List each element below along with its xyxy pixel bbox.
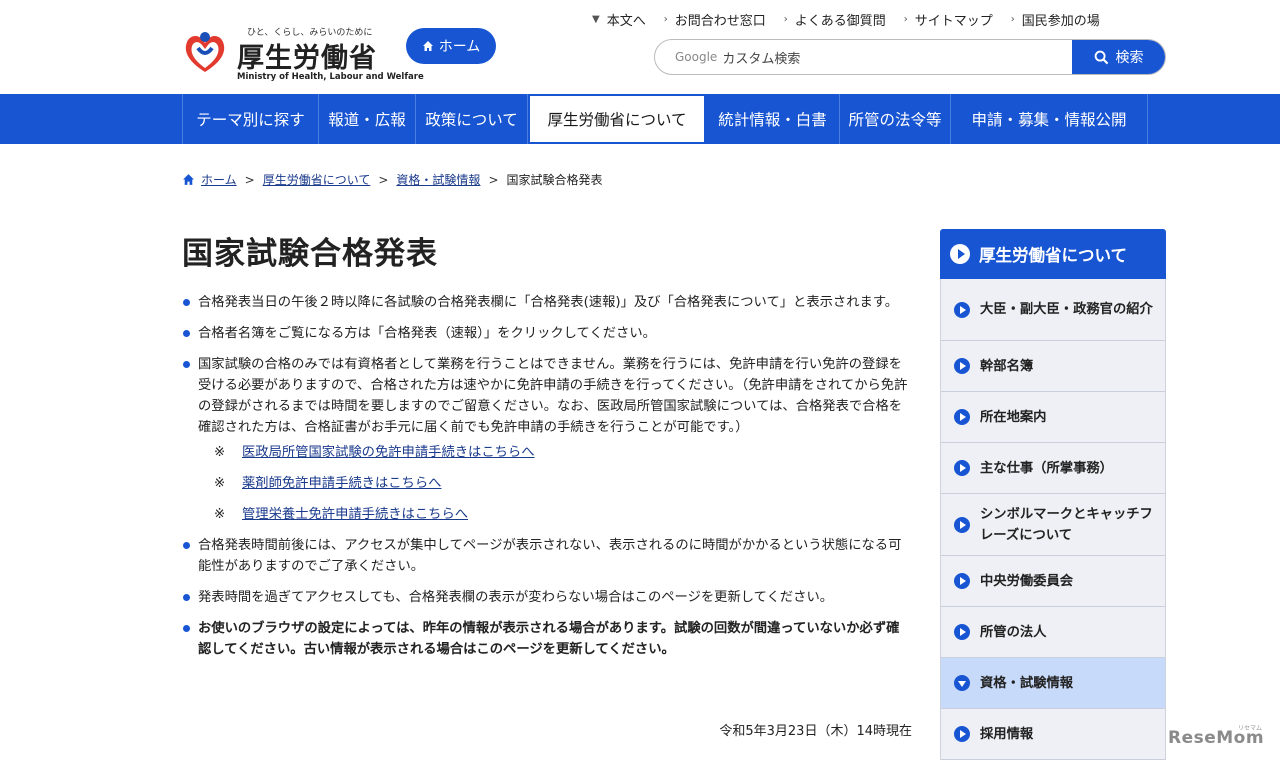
home-icon bbox=[422, 41, 433, 51]
main-content: 合格発表当日の午後２時以降に各試験の合格発表欄に「合格発表(速報)」及び「合格発… bbox=[182, 292, 912, 670]
side-item-duties[interactable]: 主な仕事（所掌事務） bbox=[941, 443, 1165, 494]
arrow-circle-icon bbox=[954, 573, 970, 589]
gnav-item-laws[interactable]: 所管の法令等 bbox=[840, 94, 951, 144]
util-link-sitemap[interactable]: › サイトマップ bbox=[903, 10, 993, 29]
gnav-item-about[interactable]: 厚生労働省について bbox=[528, 94, 706, 144]
list-item: お使いのブラウザの設定によっては、昨年の情報が表示される場合があります。試験の回… bbox=[182, 618, 912, 660]
page-title: 国家試験合格発表 bbox=[182, 236, 438, 272]
side-item-recruitment[interactable]: 採用情報 bbox=[941, 709, 1165, 760]
gnav-item-application[interactable]: 申請・募集・情報公開 bbox=[951, 94, 1148, 144]
gnav-item-policy[interactable]: 政策について bbox=[416, 94, 528, 144]
arrow-circle-icon bbox=[954, 301, 970, 318]
arrow-circle-icon bbox=[954, 726, 970, 742]
side-nav: 厚生労働省について 大臣・副大臣・政務官の紹介 幹部名簿 所在地案内 主な仕事（… bbox=[940, 229, 1166, 760]
breadcrumb-current: 国家試験合格発表 bbox=[506, 173, 603, 187]
side-item-location[interactable]: 所在地案内 bbox=[941, 392, 1165, 443]
logo-name: 厚生労働省 bbox=[237, 43, 377, 74]
search-box: Google カスタム検索 検索 bbox=[654, 39, 1166, 75]
home-button[interactable]: ホーム bbox=[406, 28, 496, 64]
arrow-circle-icon bbox=[954, 460, 970, 476]
gnav-item-statistics[interactable]: 統計情報・白書 bbox=[706, 94, 840, 144]
chevron-right-icon: › bbox=[783, 13, 788, 25]
side-item-corporations[interactable]: 所管の法人 bbox=[941, 607, 1165, 658]
gnav-item-press[interactable]: 報道・広報 bbox=[319, 94, 416, 144]
home-icon bbox=[183, 174, 194, 185]
search-icon bbox=[1094, 50, 1108, 64]
utility-nav: ▼ 本文へ › お問合わせ窓口 › よくある御質問 › サイトマップ › 国民参加の場 bbox=[592, 10, 1100, 29]
chevron-right-icon: › bbox=[903, 13, 908, 25]
note-item: ※ 薬剤師免許申請手続きはこちらへ bbox=[214, 476, 442, 491]
util-link-skip[interactable]: ▼ 本文へ bbox=[592, 10, 646, 29]
side-item-officials[interactable]: 幹部名簿 bbox=[941, 341, 1165, 392]
side-item-labour-commission[interactable]: 中央労働委員会 bbox=[941, 556, 1165, 607]
search-button-label: 検索 bbox=[1115, 50, 1144, 66]
home-button-label: ホーム bbox=[438, 39, 481, 55]
note-item: ※ 管理栄養士免許申請手続きはこちらへ bbox=[214, 507, 469, 522]
side-item-exams[interactable]: 資格・試験情報 bbox=[941, 658, 1165, 709]
logo-name-en: Ministry of Health, Labour and Welfare bbox=[237, 72, 424, 82]
chevron-down-icon: ▼ bbox=[592, 13, 600, 25]
search-input[interactable]: Google カスタム検索 bbox=[655, 40, 1073, 74]
note-item: ※ 医政局所管国家試験の免許申請手続きはこちらへ bbox=[214, 445, 535, 460]
link-medical-license[interactable]: 医政局所管国家試験の免許申請手続きはこちらへ bbox=[242, 445, 535, 460]
chevron-right-icon: › bbox=[663, 13, 668, 25]
arrow-circle-icon bbox=[954, 358, 970, 374]
breadcrumb-separator: > bbox=[378, 172, 389, 187]
list-item-text: 国家試験の合格のみでは有資格者として業務を行うことはできません。業務を行うには、… bbox=[198, 357, 908, 435]
search-placeholder: カスタム検索 bbox=[722, 51, 801, 67]
breadcrumb: ホーム > 厚生労働省について > 資格・試験情報 > 国家試験合格発表 bbox=[182, 171, 603, 188]
util-link-contact[interactable]: › お問合わせ窓口 bbox=[663, 10, 766, 29]
google-brand: Google bbox=[675, 50, 718, 64]
breadcrumb-separator: > bbox=[244, 172, 255, 187]
breadcrumb-link-about[interactable]: 厚生労働省について bbox=[263, 171, 371, 188]
arrow-circle-icon bbox=[954, 516, 970, 533]
mhlw-logo-icon bbox=[185, 32, 225, 72]
search-button[interactable]: 検索 bbox=[1072, 40, 1165, 74]
list-item: 合格発表時間前後には、アクセスが集中してページが表示されない、表示されるのに時間… bbox=[182, 535, 912, 577]
side-item-symbol[interactable]: シンボルマークとキャッチフレーズについて bbox=[941, 494, 1165, 556]
update-date: 令和5年3月23日（木）14時現在 bbox=[719, 724, 912, 739]
gnav-item-theme[interactable]: テーマ別に探す bbox=[183, 94, 319, 144]
chevron-down-circle-icon bbox=[954, 675, 970, 691]
list-item: 国家試験の合格のみでは有資格者として業務を行うことはできません。業務を行うには、… bbox=[182, 354, 912, 525]
global-nav: テーマ別に探す 報道・広報 政策について 厚生労働省について 統計情報・白書 所… bbox=[0, 94, 1280, 144]
arrow-circle-icon bbox=[954, 409, 970, 425]
breadcrumb-link-home[interactable]: ホーム bbox=[201, 171, 237, 188]
link-pharmacist-license[interactable]: 薬剤師免許申請手続きはこちらへ bbox=[242, 476, 441, 491]
side-nav-heading[interactable]: 厚生労働省について bbox=[940, 229, 1166, 279]
site-header: ひと、くらし、みらいのために 厚生労働省 Ministry of Health,… bbox=[0, 0, 1280, 94]
list-item: 発表時間を過ぎてアクセスしても、合格発表欄の表示が変わらない場合はこのページを更… bbox=[182, 587, 912, 608]
breadcrumb-separator: > bbox=[488, 172, 499, 187]
arrow-circle-icon bbox=[950, 244, 970, 264]
link-dietitian-license[interactable]: 管理栄養士免許申請手続きはこちらへ bbox=[242, 507, 468, 522]
util-link-participation[interactable]: › 国民参加の場 bbox=[1010, 10, 1100, 29]
breadcrumb-link-exams[interactable]: 資格・試験情報 bbox=[396, 171, 480, 188]
arrow-circle-icon bbox=[954, 624, 970, 640]
list-item: 合格者名簿をご覧になる方は「合格発表（速報）」をクリックしてください。 bbox=[182, 323, 912, 344]
list-item: 合格発表当日の午後２時以降に各試験の合格発表欄に「合格発表(速報)」及び「合格発… bbox=[182, 292, 912, 313]
side-item-ministers[interactable]: 大臣・副大臣・政務官の紹介 bbox=[941, 279, 1165, 341]
watermark-sub: リセマム bbox=[1238, 725, 1263, 732]
chevron-right-icon: › bbox=[1010, 13, 1015, 25]
site-logo[interactable]: ひと、くらし、みらいのために 厚生労働省 Ministry of Health,… bbox=[181, 22, 424, 84]
util-link-faq[interactable]: › よくある御質問 bbox=[783, 10, 886, 29]
